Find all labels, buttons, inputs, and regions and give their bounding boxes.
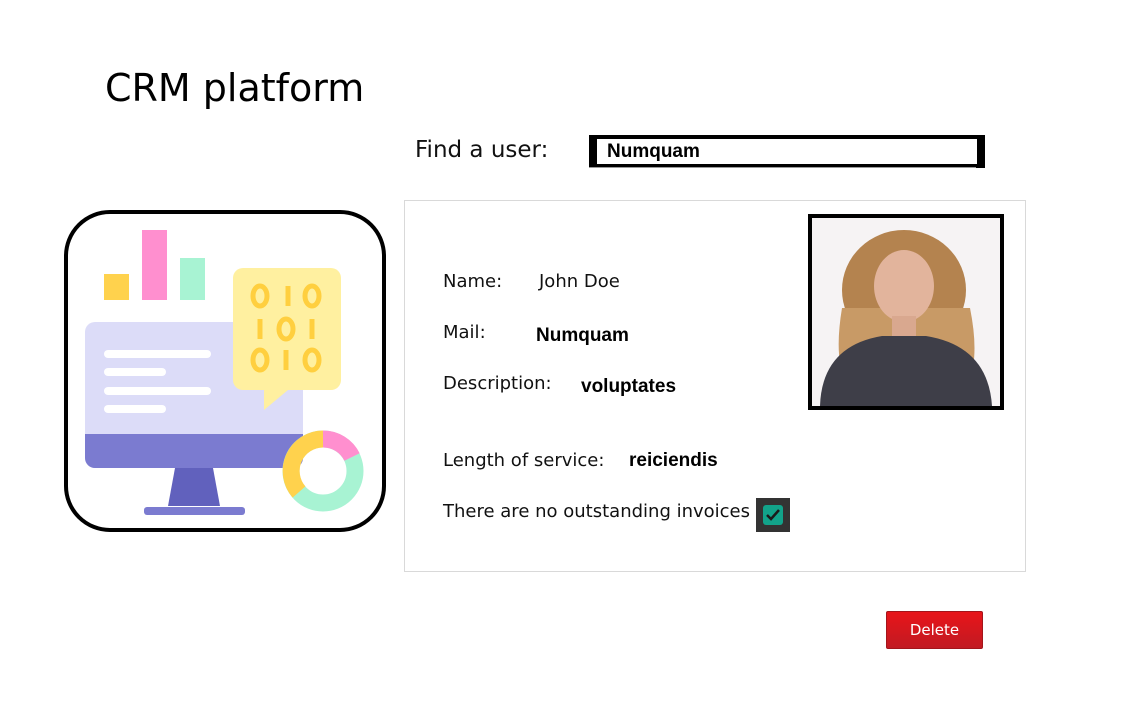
- page-title: CRM platform: [105, 66, 365, 110]
- invoices-label: There are no outstanding invoices: [443, 501, 751, 522]
- name-label: Name:: [443, 271, 503, 292]
- user-card: Name: John Doe Mail: Numquam Description…: [404, 200, 1026, 572]
- search-box[interactable]: [589, 135, 985, 168]
- name-value: John Doe: [539, 271, 620, 292]
- crm-illustration: [64, 210, 386, 532]
- delete-button[interactable]: Delete: [886, 611, 983, 649]
- check-icon: [766, 509, 780, 521]
- mail-value: Numquam: [536, 325, 629, 346]
- service-value: reiciendis: [629, 450, 718, 471]
- search-underline: [589, 167, 976, 168]
- user-photo: [808, 214, 1004, 410]
- find-user-label: Find a user:: [415, 137, 549, 163]
- search-input[interactable]: [597, 139, 977, 164]
- invoices-checkbox[interactable]: [756, 498, 790, 532]
- checkbox-fill: [763, 505, 783, 525]
- description-label: Description:: [443, 373, 552, 394]
- mail-label: Mail:: [443, 322, 486, 343]
- user-portrait-icon: [812, 218, 1000, 406]
- description-value: voluptates: [581, 376, 677, 397]
- service-label: Length of service:: [443, 450, 605, 471]
- crm-illustration-icon: [85, 230, 364, 515]
